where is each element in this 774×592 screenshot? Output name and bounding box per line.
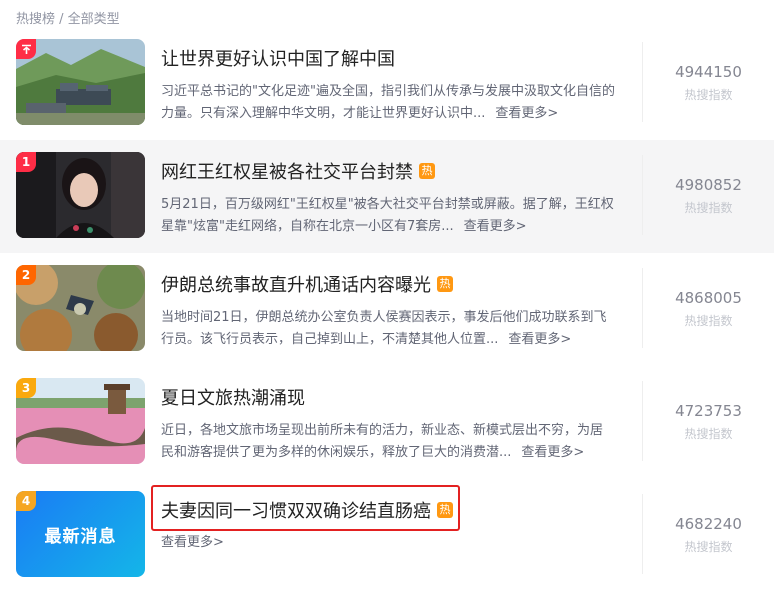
- latest-news-label: 最新消息: [44, 526, 117, 547]
- pinned-top-icon: [16, 39, 36, 59]
- item-description: 当地时间21日，伊朗总统办公室负责人侯赛因表示，事发后他们成功联系到飞行员。该飞…: [161, 310, 607, 347]
- view-more-link[interactable]: 查看更多>: [508, 332, 571, 347]
- view-more-link[interactable]: 查看更多>: [521, 445, 584, 460]
- list-item[interactable]: 2 伊朗总统事故直升机通话内容曝光热 当地时间21日，伊朗总统办公室负责人侯赛因…: [0, 253, 774, 366]
- breadcrumb: 热搜榜 / 全部类型: [16, 12, 120, 27]
- item-description: 查看更多>: [161, 532, 615, 554]
- rank-badge: 3: [16, 378, 36, 398]
- hot-index-label: 热搜指数: [684, 427, 733, 441]
- item-description: 5月21日，百万级网红"王红权星"被各大社交平台封禁或屏蔽。据了解，王红权星靠"…: [161, 197, 614, 234]
- hot-badge-icon: 热: [437, 276, 453, 292]
- hot-index-value: 4980852: [675, 176, 742, 194]
- hot-index-value: 4868005: [675, 289, 742, 307]
- hot-index-value: 4723753: [675, 402, 742, 420]
- rank-badge: 4: [16, 491, 36, 511]
- item-title[interactable]: 伊朗总统事故直升机通话内容曝光热: [161, 271, 453, 297]
- hot-index-label: 热搜指数: [684, 314, 733, 328]
- hot-index-label: 热搜指数: [684, 88, 733, 102]
- view-more-link[interactable]: 查看更多>: [161, 535, 224, 550]
- hot-index-value: 4682240: [675, 515, 742, 533]
- list-item[interactable]: 让世界更好认识中国了解中国 习近平总书记的"文化足迹"遍及全国，指引我们从传承与…: [0, 27, 774, 140]
- divider: [642, 42, 643, 122]
- highlight-box: [151, 485, 460, 531]
- divider: [642, 381, 643, 461]
- item-title[interactable]: 夏日文旅热潮涌现: [161, 384, 305, 410]
- rank-badge: 1: [16, 152, 36, 172]
- divider: [642, 494, 643, 574]
- item-description: 习近平总书记的"文化足迹"遍及全国，指引我们从传承与发展中汲取文化自信的力量。只…: [161, 84, 615, 121]
- hot-index-value: 4944150: [675, 63, 742, 81]
- list-item[interactable]: 1 网红王红权星被各社交平台封禁热 5月21日，百万级网红"王红权星"被各大社交…: [0, 140, 774, 253]
- list-item[interactable]: 3 夏日文旅热潮涌现 近日，各地文旅市场呈现出前所未有的活力，新业态、新模式层出…: [0, 366, 774, 479]
- view-more-link[interactable]: 查看更多>: [495, 106, 558, 121]
- item-title[interactable]: 网红王红权星被各社交平台封禁热: [161, 158, 435, 184]
- hot-badge-icon: 热: [419, 163, 435, 179]
- hot-index-label: 热搜指数: [684, 201, 733, 215]
- view-more-link[interactable]: 查看更多>: [464, 219, 527, 234]
- item-description: 近日，各地文旅市场呈现出前所未有的活力，新业态、新模式层出不穷，为居民和游客提供…: [161, 423, 604, 460]
- rank-badge: 2: [16, 265, 36, 285]
- divider: [642, 268, 643, 348]
- divider: [642, 155, 643, 235]
- hot-index-label: 热搜指数: [684, 540, 733, 554]
- item-title[interactable]: 让世界更好认识中国了解中国: [161, 45, 395, 71]
